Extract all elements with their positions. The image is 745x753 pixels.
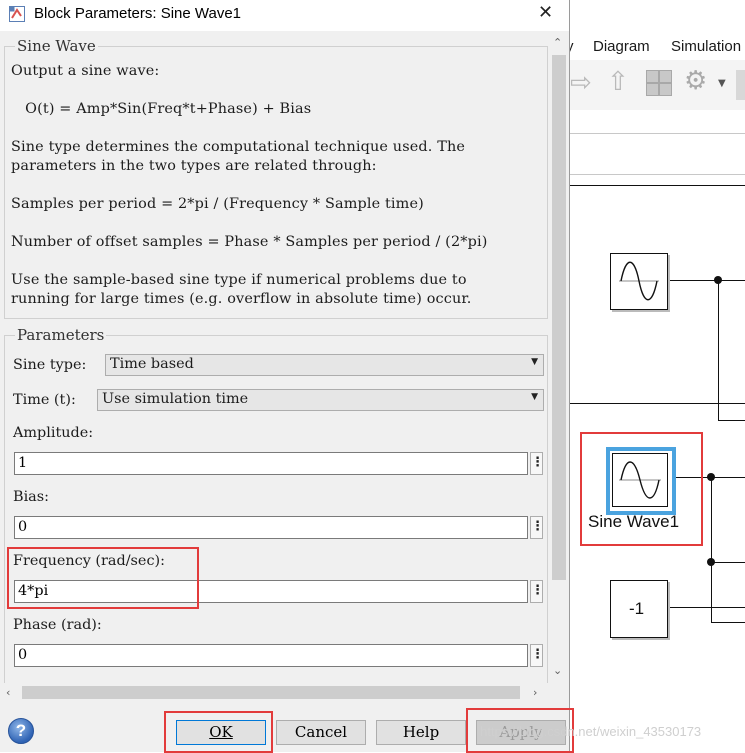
signal-line [718, 420, 745, 421]
description-line: parameters in the two types are related … [11, 158, 377, 174]
description-line: Output a sine wave: [11, 63, 160, 79]
dialog-content[interactable]: Sine Wave Output a sine wave: O(t) = Amp… [0, 31, 550, 683]
description-formula: O(t) = Amp*Sin(Freq*t+Phase) + Bias [11, 101, 312, 117]
amplitude-field[interactable]: 1 [14, 452, 528, 475]
canvas-border-line [570, 185, 745, 186]
highlight-box-ok [164, 711, 273, 753]
description-line: Use the sample-based sine type if numeri… [11, 272, 467, 288]
branch-point [707, 473, 715, 481]
signal-line [711, 477, 712, 622]
amplitude-label: Amplitude: [13, 425, 94, 441]
chevron-down-icon[interactable]: ▼ [718, 78, 726, 89]
description-line: Samples per period = 2*pi / (Frequency *… [11, 196, 424, 212]
signal-line [718, 280, 719, 420]
highlight-box-frequency [7, 547, 199, 609]
scroll-right-icon[interactable]: › [533, 686, 537, 699]
cancel-button-label: Cancel [294, 723, 348, 741]
constant-block[interactable]: -1 [610, 580, 668, 638]
signal-line [570, 403, 745, 404]
sine-wave-icon [619, 261, 659, 301]
kebab-menu-icon[interactable]: ⋮ [530, 644, 544, 667]
signal-line [667, 280, 745, 281]
step-forward-icon[interactable]: ⇨ [570, 68, 592, 98]
dialog-titlebar[interactable]: Block Parameters: Sine Wave1 ✕ [0, 0, 569, 31]
dropdown-caret-icon: ▼ [531, 392, 538, 402]
menu-item-simulation[interactable]: Simulation [671, 38, 741, 55]
block-description-title: Sine Wave [17, 37, 96, 55]
toolbar-overflow [736, 70, 745, 100]
cancel-button[interactable]: Cancel [276, 720, 366, 745]
watermark: https://blog.csdn.net/weixin_43530173 [480, 724, 702, 739]
signal-line [711, 622, 745, 623]
help-button[interactable]: Help [376, 720, 466, 745]
dropdown-caret-icon: ▼ [531, 357, 538, 367]
close-icon[interactable]: ✕ [538, 2, 553, 23]
menu-item-diagram[interactable]: Diagram [593, 38, 650, 55]
time-select[interactable]: Use simulation time ▼ [97, 389, 544, 411]
scroll-down-icon[interactable]: ⌄ [553, 664, 562, 677]
time-value: Use simulation time [102, 391, 249, 407]
description-line: Sine type determines the computational t… [11, 139, 466, 155]
highlight-box-block [580, 432, 703, 546]
sine-type-select[interactable]: Time based ▼ [105, 354, 544, 376]
address-bar[interactable] [570, 133, 745, 175]
scroll-up-icon[interactable]: ⌃ [553, 36, 562, 49]
kebab-menu-icon[interactable]: ⋮ [530, 452, 544, 475]
up-to-parent-icon[interactable]: ⇧ [607, 67, 629, 97]
phase-label: Phase (rad): [13, 617, 102, 633]
horizontal-scroll-thumb[interactable] [22, 686, 520, 699]
bias-label: Bias: [13, 489, 49, 505]
parameters-title: Parameters [17, 326, 105, 344]
help-icon[interactable]: ? [8, 718, 34, 744]
matlab-block-icon [9, 6, 25, 22]
help-button-label: Help [402, 723, 440, 741]
block-parameters-dialog: Block Parameters: Sine Wave1 ✕ Sine Wave… [0, 0, 570, 753]
gear-icon[interactable]: ⚙ [684, 66, 707, 96]
branch-point [714, 276, 722, 284]
sine-wave-block[interactable] [610, 253, 668, 310]
scroll-left-icon[interactable]: ‹ [6, 686, 10, 699]
dialog-title: Block Parameters: Sine Wave1 [34, 5, 242, 22]
sine-type-value: Time based [110, 356, 194, 372]
branch-point [707, 558, 715, 566]
model-browser-icon[interactable] [646, 70, 672, 96]
signal-line [711, 562, 745, 563]
constant-value: -1 [629, 599, 645, 618]
phase-field[interactable]: 0 [14, 644, 528, 667]
bias-field[interactable]: 0 [14, 516, 528, 539]
signal-line [667, 607, 745, 608]
kebab-menu-icon[interactable]: ⋮ [530, 516, 544, 539]
sine-type-label: Sine type: [13, 357, 87, 373]
kebab-menu-icon[interactable]: ⋮ [530, 580, 544, 603]
time-label: Time (t): [13, 392, 76, 408]
description-line: Number of offset samples = Phase * Sampl… [11, 234, 488, 250]
vertical-scroll-thumb[interactable] [552, 55, 566, 580]
description-line: running for large times (e.g. overflow i… [11, 291, 472, 307]
